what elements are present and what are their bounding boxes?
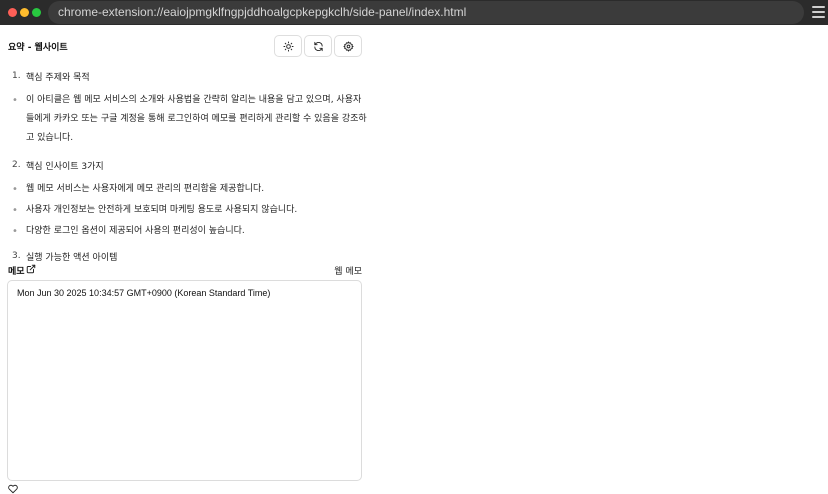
minimize-window-button[interactable] [20, 8, 29, 17]
heart-icon[interactable] [8, 484, 18, 494]
address-bar[interactable]: chrome-extension://eaiojpmgklfngpjddhoal… [48, 1, 804, 24]
list-item: • 웹 메모 서비스는 사용자에게 메모 관리의 편리함을 제공합니다. [12, 184, 265, 195]
page-title: 요약 - 웹사이트 [8, 43, 68, 53]
refresh-button[interactable] [304, 35, 332, 57]
menu-icon[interactable] [812, 6, 825, 19]
close-window-button[interactable] [8, 8, 17, 17]
memo-label: 메모 [8, 267, 25, 277]
section-title: 2. 핵심 인사이트 3가지 [12, 160, 104, 172]
external-link-icon[interactable] [26, 264, 36, 274]
list-item: • 이 아티클은 웹 메모 서비스의 소개와 사용법을 간략히 알리는 내용을 … [12, 95, 367, 143]
section-title: 1. 핵심 주제와 목적 [12, 71, 90, 83]
list-item: • 사용자 개인정보는 안전하게 보호되며 마케팅 용도로 사용되지 않습니다. [12, 205, 298, 216]
side-panel: 요약 - 웹사이트 1. 핵심 주제와 목적 • 이 아티클은 웹 메모 서비스… [0, 25, 828, 494]
settings-button[interactable] [334, 35, 362, 57]
summary-content: 1. 핵심 주제와 목적 • 이 아티클은 웹 메모 서비스의 소개와 사용법을… [8, 67, 368, 271]
list-item: • 다양한 로그인 옵션이 제공되어 사용의 편리성이 높습니다. [12, 226, 245, 237]
gear-icon [342, 40, 354, 52]
maximize-window-button[interactable] [32, 8, 41, 17]
memo-source: 웹 메모 [334, 267, 362, 277]
sun-icon [282, 40, 294, 52]
memo-textarea[interactable]: Mon Jun 30 2025 10:34:57 GMT+0900 (Korea… [7, 280, 362, 481]
theme-toggle-button[interactable] [274, 35, 302, 57]
memo-text: Mon Jun 30 2025 10:34:57 GMT+0900 (Korea… [17, 288, 271, 298]
refresh-icon [313, 41, 323, 51]
browser-toolbar: chrome-extension://eaiojpmgklfngpjddhoal… [0, 0, 828, 25]
memo-header: 메모 웹 메모 [8, 263, 362, 277]
